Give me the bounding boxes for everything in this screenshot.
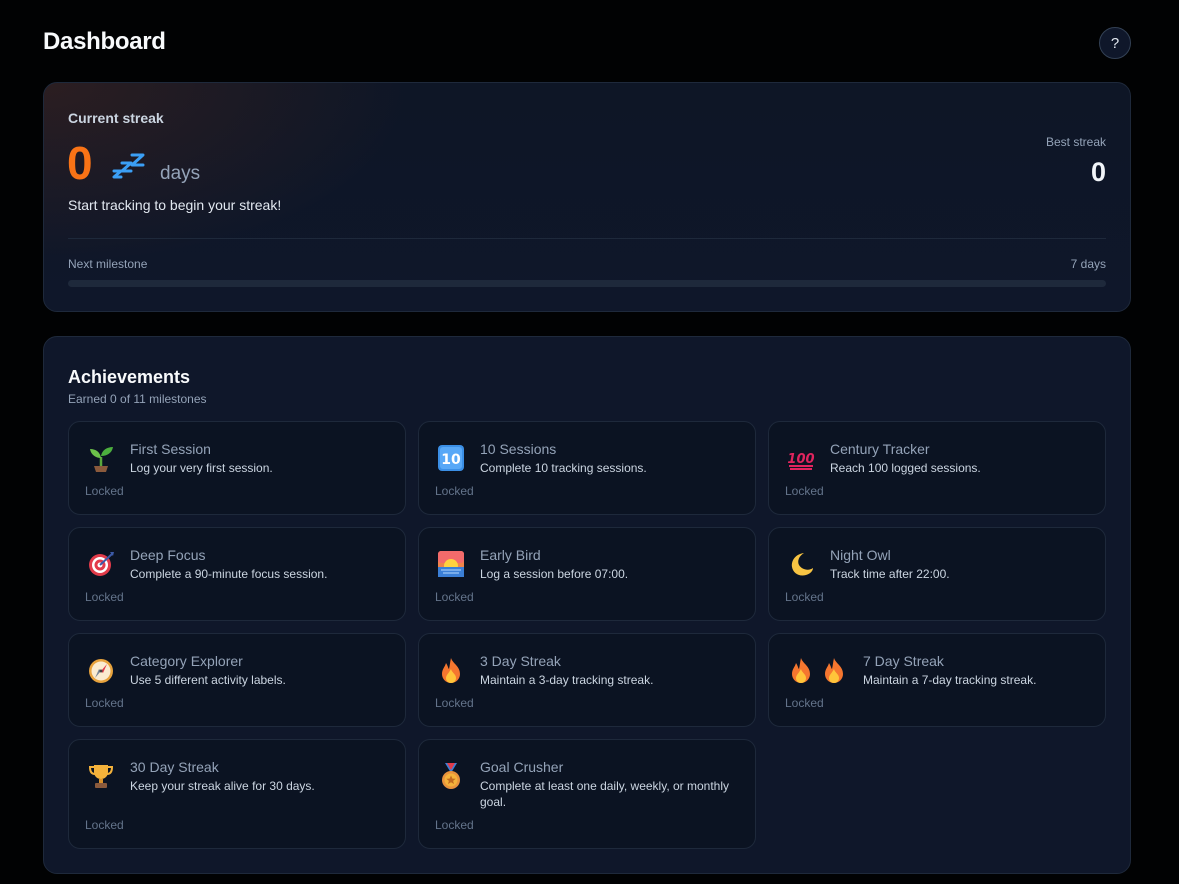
achievement-tile-goal-crusher[interactable]: Goal Crusher Complete at least one daily… (418, 739, 756, 849)
streak-card: Current streak 0 days Start tracking to … (43, 82, 1131, 312)
achievements-subtitle: Earned 0 of 11 milestones (68, 392, 207, 406)
dashboard-page: Dashboard ? Current streak 0 days Start … (0, 0, 1179, 884)
achievement-description: Maintain a 3-day tracking streak. (480, 673, 654, 687)
trophy-icon (88, 765, 114, 788)
achievement-status: Locked (85, 590, 124, 604)
streak-unit: days (160, 163, 201, 184)
achievement-name: 3 Day Streak (480, 653, 561, 669)
achievement-status: Locked (785, 696, 824, 710)
achievement-tile-3-day-streak[interactable]: 3 Day Streak Maintain a 3-day tracking s… (418, 633, 756, 727)
achievement-tile-10-sessions[interactable]: 10 10 Sessions Complete 10 tracking sess… (418, 421, 756, 515)
medal-icon (442, 763, 460, 789)
achievement-status: Locked (435, 818, 474, 832)
achievement-name: Deep Focus (130, 547, 206, 563)
achievement-name: 30 Day Streak (130, 759, 219, 775)
achievement-status: Locked (435, 484, 474, 498)
page-title: Dashboard (43, 28, 166, 55)
milestone-progress-bar (68, 280, 1106, 287)
achievement-tile-7-day-streak[interactable]: 7 Day Streak Maintain a 7-day tracking s… (768, 633, 1106, 727)
achievement-tile-night-owl[interactable]: Night Owl Track time after 22:00. Locked (768, 527, 1106, 621)
achievement-status: Locked (785, 484, 824, 498)
achievement-description: Reach 100 logged sessions. (830, 461, 981, 475)
best-streak-value: 0 (1090, 157, 1106, 187)
achievement-status: Locked (85, 696, 124, 710)
crescent-moon-icon (791, 553, 813, 576)
achievement-status: Locked (435, 696, 474, 710)
sleeping-zzz-icon (112, 153, 145, 179)
seedling-icon (90, 447, 113, 472)
achievement-description: Maintain a 7-day tracking streak. (863, 673, 1037, 687)
achievement-name: Night Owl (830, 547, 891, 563)
achievement-name: Early Bird (480, 547, 541, 563)
achievement-name: Goal Crusher (480, 759, 564, 775)
svg-text:100: 100 (787, 452, 814, 467)
best-streak-label: Best streak (1045, 135, 1106, 149)
svg-text:10: 10 (441, 452, 461, 468)
achievement-status: Locked (785, 590, 824, 604)
milestone-label: Next milestone (68, 257, 148, 271)
achievement-status: Locked (85, 484, 124, 498)
achievement-name: Century Tracker (830, 441, 930, 457)
achievement-status: Locked (435, 590, 474, 604)
achievement-description: Keep your streak alive for 30 days. (130, 779, 315, 793)
achievement-tile-century-tracker[interactable]: 100 Century Tracker Reach 100 logged ses… (768, 421, 1106, 515)
achievement-tile-deep-focus[interactable]: Deep Focus Complete a 90-minute focus se… (68, 527, 406, 621)
achievement-description: Complete 10 tracking sessions. (480, 461, 647, 475)
achievement-tile-30-day-streak[interactable]: 30 Day Streak Keep your streak alive for… (68, 739, 406, 849)
keycap-ten-icon: 10 (438, 445, 464, 471)
achievement-status: Locked (85, 818, 124, 832)
achievement-tile-first-session[interactable]: First Session Log your very first sessio… (68, 421, 406, 515)
achievement-name: Category Explorer (130, 653, 243, 669)
streak-value: 0 (67, 137, 93, 189)
achievement-description: Log your very first session. (130, 461, 273, 475)
achievement-name: First Session (130, 441, 211, 457)
achievement-description: Complete at least one daily, weekly, or … (480, 779, 730, 809)
compass-icon (89, 659, 113, 683)
achievements-title: Achievements (68, 367, 191, 387)
streak-label: Current streak (68, 110, 164, 126)
achievement-tile-category-explorer[interactable]: Category Explorer Use 5 different activi… (68, 633, 406, 727)
achievement-description: Use 5 different activity labels. (130, 673, 286, 687)
milestone-value: 7 days (1070, 257, 1106, 271)
achievement-description: Complete a 90-minute focus session. (130, 567, 328, 581)
double-fire-icon (792, 658, 843, 683)
help-button[interactable]: ? (1099, 27, 1131, 59)
achievements-card: Achievements Earned 0 of 11 milestones F… (43, 336, 1131, 874)
streak-message: Start tracking to begin your streak! (68, 197, 282, 213)
divider (68, 238, 1106, 239)
achievement-name: 7 Day Streak (863, 653, 944, 669)
target-icon (89, 552, 114, 576)
hundred-points-icon: 100 (787, 452, 815, 470)
achievement-tile-early-bird[interactable]: Early Bird Log a session before 07:00. L… (418, 527, 756, 621)
sunrise-icon (438, 551, 464, 577)
achievement-description: Track time after 22:00. (830, 567, 950, 581)
achievement-name: 10 Sessions (480, 441, 557, 457)
achievement-description: Log a session before 07:00. (480, 567, 629, 581)
fire-icon (442, 658, 460, 683)
